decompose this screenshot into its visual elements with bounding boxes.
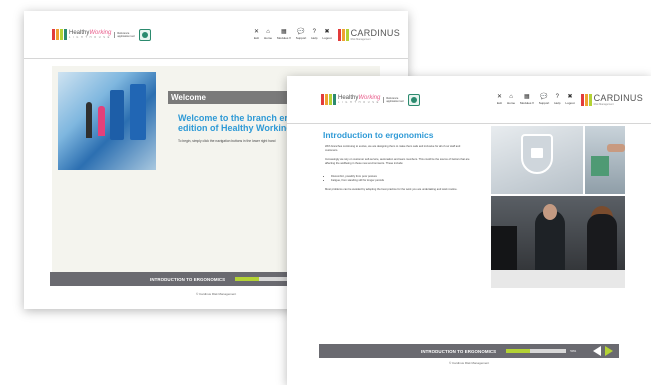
progress-fill <box>235 277 260 281</box>
intro-paragraph-3: Most problems can be avoided by adopting… <box>325 188 458 191</box>
previous-arrow-icon[interactable] <box>593 346 601 356</box>
nav-help[interactable]: ? Help <box>554 94 560 105</box>
healthy-working-logo: HealthyWorking L I G H T H O U S E Refere… <box>321 93 421 106</box>
copyright: © Cardinus Risk Management <box>448 361 490 365</box>
nav-support[interactable]: 💬 Support <box>296 29 307 40</box>
intro-paragraph-2: Increasingly we rely on customer self-se… <box>325 158 470 165</box>
top-nav: ✕ Exit ⌂ Home ▦ Modules ▾ 💬 Support ? Help ✖ L… <box>497 94 575 105</box>
client-name: CARDINUS <box>350 27 400 38</box>
brand-sub: L I G H T H O U S E <box>338 101 380 104</box>
progress-bar <box>506 349 567 353</box>
atm-photo <box>58 72 156 170</box>
page-title: Introduction to ergonomics <box>323 130 434 140</box>
cardinus-logo: CARDINUS Risk Management <box>337 27 400 41</box>
nav-logout[interactable]: ✖ Logout <box>322 29 331 40</box>
intro-screen-window: HealthyWorking L I G H T H O U S E Refere… <box>287 76 651 385</box>
module-footer: INTRODUCTION TO ERGONOMICS 50% <box>319 344 619 358</box>
nav-home[interactable]: ⌂ Home <box>264 29 272 40</box>
nav-logout[interactable]: ✖ Logout <box>565 94 574 105</box>
modules-icon: ▦ <box>281 29 287 35</box>
progress-fill <box>506 349 531 353</box>
home-icon: ⌂ <box>509 94 513 100</box>
logout-icon: ✖ <box>567 94 573 100</box>
progress-percent: 50% <box>570 349 577 353</box>
support-icon: 💬 <box>540 94 548 100</box>
client-sub: Risk Management <box>350 37 371 41</box>
support-icon: 💬 <box>297 29 305 35</box>
page-navigation <box>593 346 613 356</box>
security-lock-image <box>491 126 583 194</box>
crest-icon <box>408 93 421 106</box>
app-header: HealthyWorking L I G H T H O U S E Refere… <box>24 11 408 59</box>
next-arrow-icon[interactable] <box>605 346 613 356</box>
nav-exit[interactable]: ✕ Exit <box>497 94 502 105</box>
meeting-image <box>491 196 625 288</box>
brand-tagline: Reference application tool <box>383 96 405 103</box>
nav-modules[interactable]: ▦ Modules ▾ <box>520 94 534 105</box>
exit-icon: ✕ <box>253 29 260 35</box>
logout-icon: ✖ <box>324 29 330 35</box>
client-name: CARDINUS <box>593 92 643 103</box>
nav-support[interactable]: 💬 Support <box>539 94 550 105</box>
top-nav: ✕ Exit ⌂ Home ▦ Modules ▾ 💬 Support ? Help ✖ L… <box>254 29 332 40</box>
nav-home[interactable]: ⌂ Home <box>507 94 515 105</box>
help-icon: ? <box>312 29 316 35</box>
card-atm-image <box>585 126 625 194</box>
nav-modules[interactable]: ▦ Modules ▾ <box>277 29 291 40</box>
client-sub: Risk Management <box>593 102 614 106</box>
logo-bars <box>52 29 67 40</box>
module-title: INTRODUCTION TO ERGONOMICS <box>150 276 226 282</box>
module-title: INTRODUCTION TO ERGONOMICS <box>421 348 497 354</box>
help-icon: ? <box>555 94 559 100</box>
app-header: HealthyWorking L I G H T H O U S E Refere… <box>287 76 651 124</box>
brand-sub: L I G H T H O U S E <box>69 36 111 39</box>
home-icon: ⌂ <box>266 29 270 35</box>
healthy-working-logo: HealthyWorking L I G H T H O U S E Refere… <box>52 28 152 41</box>
crest-icon <box>139 28 152 41</box>
nav-help[interactable]: ? Help <box>311 29 317 40</box>
factor-list: Discomfort, possibly from poor posture F… <box>331 175 471 182</box>
intro-paragraph-1: With branches continuing to evolve, we a… <box>325 145 461 152</box>
cardinus-logo: CARDINUS Risk Management <box>580 92 643 106</box>
nav-exit[interactable]: ✕ Exit <box>254 29 259 40</box>
lock-icon <box>531 148 543 158</box>
modules-icon: ▦ <box>524 94 530 100</box>
brand-tagline: Reference application tool <box>114 31 136 38</box>
list-item: Fatigue, from standing still for longer … <box>331 179 471 183</box>
exit-icon: ✕ <box>496 94 503 100</box>
